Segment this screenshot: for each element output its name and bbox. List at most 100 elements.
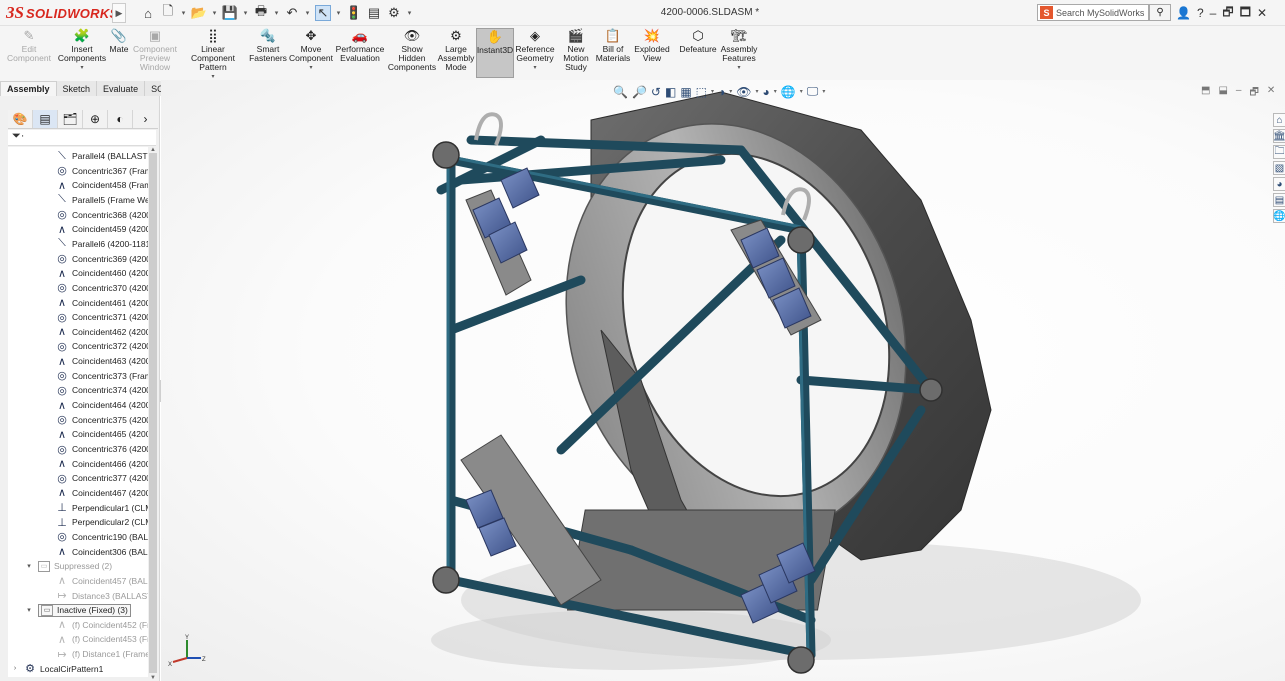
configuration-manager-tab[interactable]: 🗂: [58, 110, 83, 128]
close-button[interactable]: ✕: [1257, 6, 1267, 20]
mate-button[interactable]: 📎 Mate: [106, 28, 132, 78]
command-dropdown-arrow[interactable]: ▾: [309, 64, 312, 71]
appearances-tab[interactable]: ◕: [1273, 177, 1285, 191]
solidworks-logo[interactable]: 3S SOLIDWORKS: [6, 2, 118, 24]
edit-appearance-button[interactable]: ◕: [763, 85, 770, 99]
defeature-button[interactable]: ⬡ Defeature: [678, 28, 718, 78]
dimxpert-tab[interactable]: ⊕: [83, 110, 108, 128]
search-mysolidworks-input[interactable]: S Search MySolidWorks: [1037, 4, 1149, 21]
tree-mate-item[interactable]: ◎ Concentric376 (4200-: [56, 442, 148, 456]
command-dropdown-arrow[interactable]: ▾: [211, 73, 214, 80]
help-button[interactable]: ?: [1197, 6, 1204, 20]
tree-mate-item[interactable]: ◎ Concentric374 (4200-: [56, 383, 148, 397]
display-style-button[interactable]: ◑: [718, 85, 725, 99]
zoom-to-fit-button[interactable]: 🔍: [613, 85, 628, 99]
tree-mate-item[interactable]: ∧ Coincident457 (BALLA: [56, 574, 148, 588]
view-palette-tab[interactable]: ▧: [1273, 161, 1285, 175]
tree-mate-item[interactable]: ⟍ Parallel6 (4200-1181<: [56, 237, 148, 251]
tree-mate-item[interactable]: ∧ Coincident464 (4200-: [56, 398, 148, 412]
section-view-button[interactable]: ◧: [665, 85, 676, 99]
tree-mate-item[interactable]: ∧ Coincident460 (4200-: [56, 266, 148, 280]
viewport-split-button[interactable]: ⬒: [1201, 85, 1210, 102]
command-dropdown-arrow[interactable]: ▾: [737, 64, 740, 71]
expand-arrow-down[interactable]: ▾: [24, 562, 34, 570]
motion-study-button[interactable]: 🎬 New Motion Study: [560, 28, 592, 78]
tab-evaluate[interactable]: Evaluate: [97, 81, 146, 96]
home-button[interactable]: ⌂: [140, 5, 156, 21]
panel-expand-arrow[interactable]: ›: [133, 110, 158, 128]
tree-mate-item[interactable]: ◎ Concentric375 (4200-: [56, 413, 148, 427]
viewport-close-button[interactable]: ✕: [1267, 85, 1275, 102]
insert-components-button[interactable]: 🧩 Insert Components ▾: [58, 28, 106, 78]
solidworks-forum-tab[interactable]: 🌐: [1273, 209, 1285, 223]
tree-mate-item[interactable]: ∧ Coincident466 (4200-: [56, 457, 148, 471]
minimize-button[interactable]: –: [1210, 6, 1217, 20]
tree-mate-item[interactable]: ◎ Concentric373 (Frame: [56, 369, 148, 383]
tree-mate-item[interactable]: ⟍ Parallel5 (Frame Weld: [56, 193, 148, 207]
apply-scene-button[interactable]: 🌐: [781, 85, 796, 99]
undo-button[interactable]: ↶: [284, 5, 300, 21]
assembly-features-button[interactable]: 🏗 Assembly Features ▾: [718, 28, 760, 78]
reference-geometry-button[interactable]: ◈ Reference Geometry ▾: [514, 28, 556, 78]
tree-mate-item[interactable]: ◎ Concentric372 (4200-: [56, 339, 148, 353]
options-gear-dropdown[interactable]: ▾: [406, 9, 413, 17]
performance-evaluation-button[interactable]: 🚗 Performance Evaluation: [336, 28, 385, 78]
command-dropdown-arrow[interactable]: ▾: [80, 64, 83, 71]
file-properties-button[interactable]: ▤: [366, 5, 382, 21]
smart-fasteners-button[interactable]: 🔩 Smart Fasteners: [249, 28, 287, 78]
maximize-button[interactable]: 🗖: [1240, 3, 1251, 24]
tree-mate-item[interactable]: ∧ Coincident463 (4200-: [56, 354, 148, 368]
tab-sketch[interactable]: Sketch: [56, 81, 98, 96]
previous-view-button[interactable]: ↺: [651, 85, 661, 99]
expand-arrow-right[interactable]: ›: [10, 665, 20, 672]
viewport-link-button[interactable]: ⬓: [1218, 85, 1227, 102]
tree-mate-item[interactable]: ∧ Coincident465 (4200-: [56, 427, 148, 441]
user-button[interactable]: 👤: [1176, 6, 1191, 20]
edit-appearance-dropdown[interactable]: ▾: [774, 88, 777, 95]
instant3d-button[interactable]: ✋ Instant3D: [476, 28, 514, 78]
property-manager-tab[interactable]: ▤: [33, 110, 58, 128]
tree-mate-item[interactable]: ∧ (f) Coincident453 (Fra: [56, 632, 148, 646]
tree-mate-item[interactable]: ⟍ Parallel4 (BALLAST M: [56, 149, 148, 163]
tree-folder[interactable]: ▾ ▭ Suppressed (2): [24, 559, 112, 573]
tree-feature[interactable]: › ⚙ LocalCirPattern1: [10, 662, 103, 676]
tree-mate-item[interactable]: ∧ Coincident459 (4200-: [56, 222, 148, 236]
options-gear-button[interactable]: ⚙: [386, 5, 402, 21]
tree-mate-item[interactable]: ◎ Concentric190 (BALLA: [56, 530, 148, 544]
open-folder-dropdown[interactable]: ▾: [211, 9, 218, 17]
tree-mate-item[interactable]: ↦ (f) Distance1 (Frame V: [56, 647, 148, 661]
hide-show-button[interactable]: 👁: [736, 85, 751, 99]
design-library-tab[interactable]: 🏛: [1273, 129, 1285, 143]
tree-mate-item[interactable]: ◎ Concentric377 (4200-: [56, 471, 148, 485]
print-button[interactable]: 🖶: [253, 3, 269, 21]
command-dropdown-arrow[interactable]: ▾: [533, 64, 536, 71]
select-cursor-dropdown[interactable]: ▾: [335, 9, 342, 17]
tree-folder[interactable]: ▾ ▭ Inactive (Fixed) (3): [24, 603, 131, 617]
search-button[interactable]: ⚲: [1149, 4, 1171, 21]
tab-assembly[interactable]: Assembly: [0, 81, 57, 96]
new-document-dropdown[interactable]: ▾: [180, 9, 187, 17]
custom-properties-tab[interactable]: ▤: [1273, 193, 1285, 207]
solidworks-resources-tab[interactable]: ⌂: [1273, 113, 1285, 127]
tree-mate-item[interactable]: ∧ Coincident458 (Frame: [56, 178, 148, 192]
bill-of-materials-button[interactable]: 📋 Bill of Materials: [594, 28, 632, 78]
restore-button[interactable]: 🗗: [1222, 3, 1233, 24]
tree-mate-item[interactable]: ◎ Concentric368 (4200-: [56, 208, 148, 222]
undo-dropdown[interactable]: ▾: [304, 9, 311, 17]
tree-mate-item[interactable]: ◎ Concentric371 (4200-: [56, 310, 148, 324]
tree-mate-item[interactable]: ◎ Concentric369 (4200-: [56, 252, 148, 266]
feature-tree-scrollbar[interactable]: ▲ ▼: [148, 147, 158, 681]
tree-mate-item[interactable]: ∧ (f) Coincident452 (Fra: [56, 618, 148, 632]
display-manager-tab[interactable]: ◐: [108, 110, 133, 128]
view-orientation-button[interactable]: ⬚: [696, 85, 707, 99]
scroll-thumb[interactable]: [149, 153, 157, 673]
graphics-viewport[interactable]: 🔍 🔎 ↺ ◧ ▦ ⬚ ▾ ◑ ▾ 👁 ▾ ◕ ▾ 🌐 ▾ 🖵 ▾ ⬒ ⬓ – 🗗 ✕ ⌂ 🏛 🗀 ▧ ◕ ▤ 🌐 Y X Z: [161, 80, 1285, 681]
apply-scene-dropdown[interactable]: ▾: [800, 88, 803, 95]
tree-mate-item[interactable]: ↦ Distance3 (BALLAST V: [56, 589, 148, 603]
tree-mate-item[interactable]: ∧ Coincident467 (4200-: [56, 486, 148, 500]
linear-pattern-button[interactable]: ⣿ Linear Component Pattern ▾: [180, 28, 246, 80]
tree-mate-item[interactable]: ⊥ Perpendicular2 (CLM-: [56, 515, 148, 529]
feature-tree-filter[interactable]: ⏷·: [8, 130, 156, 146]
view-orientation-dropdown[interactable]: ▾: [711, 88, 714, 95]
tree-mate-item[interactable]: ◎ Concentric367 (Frame: [56, 164, 148, 178]
